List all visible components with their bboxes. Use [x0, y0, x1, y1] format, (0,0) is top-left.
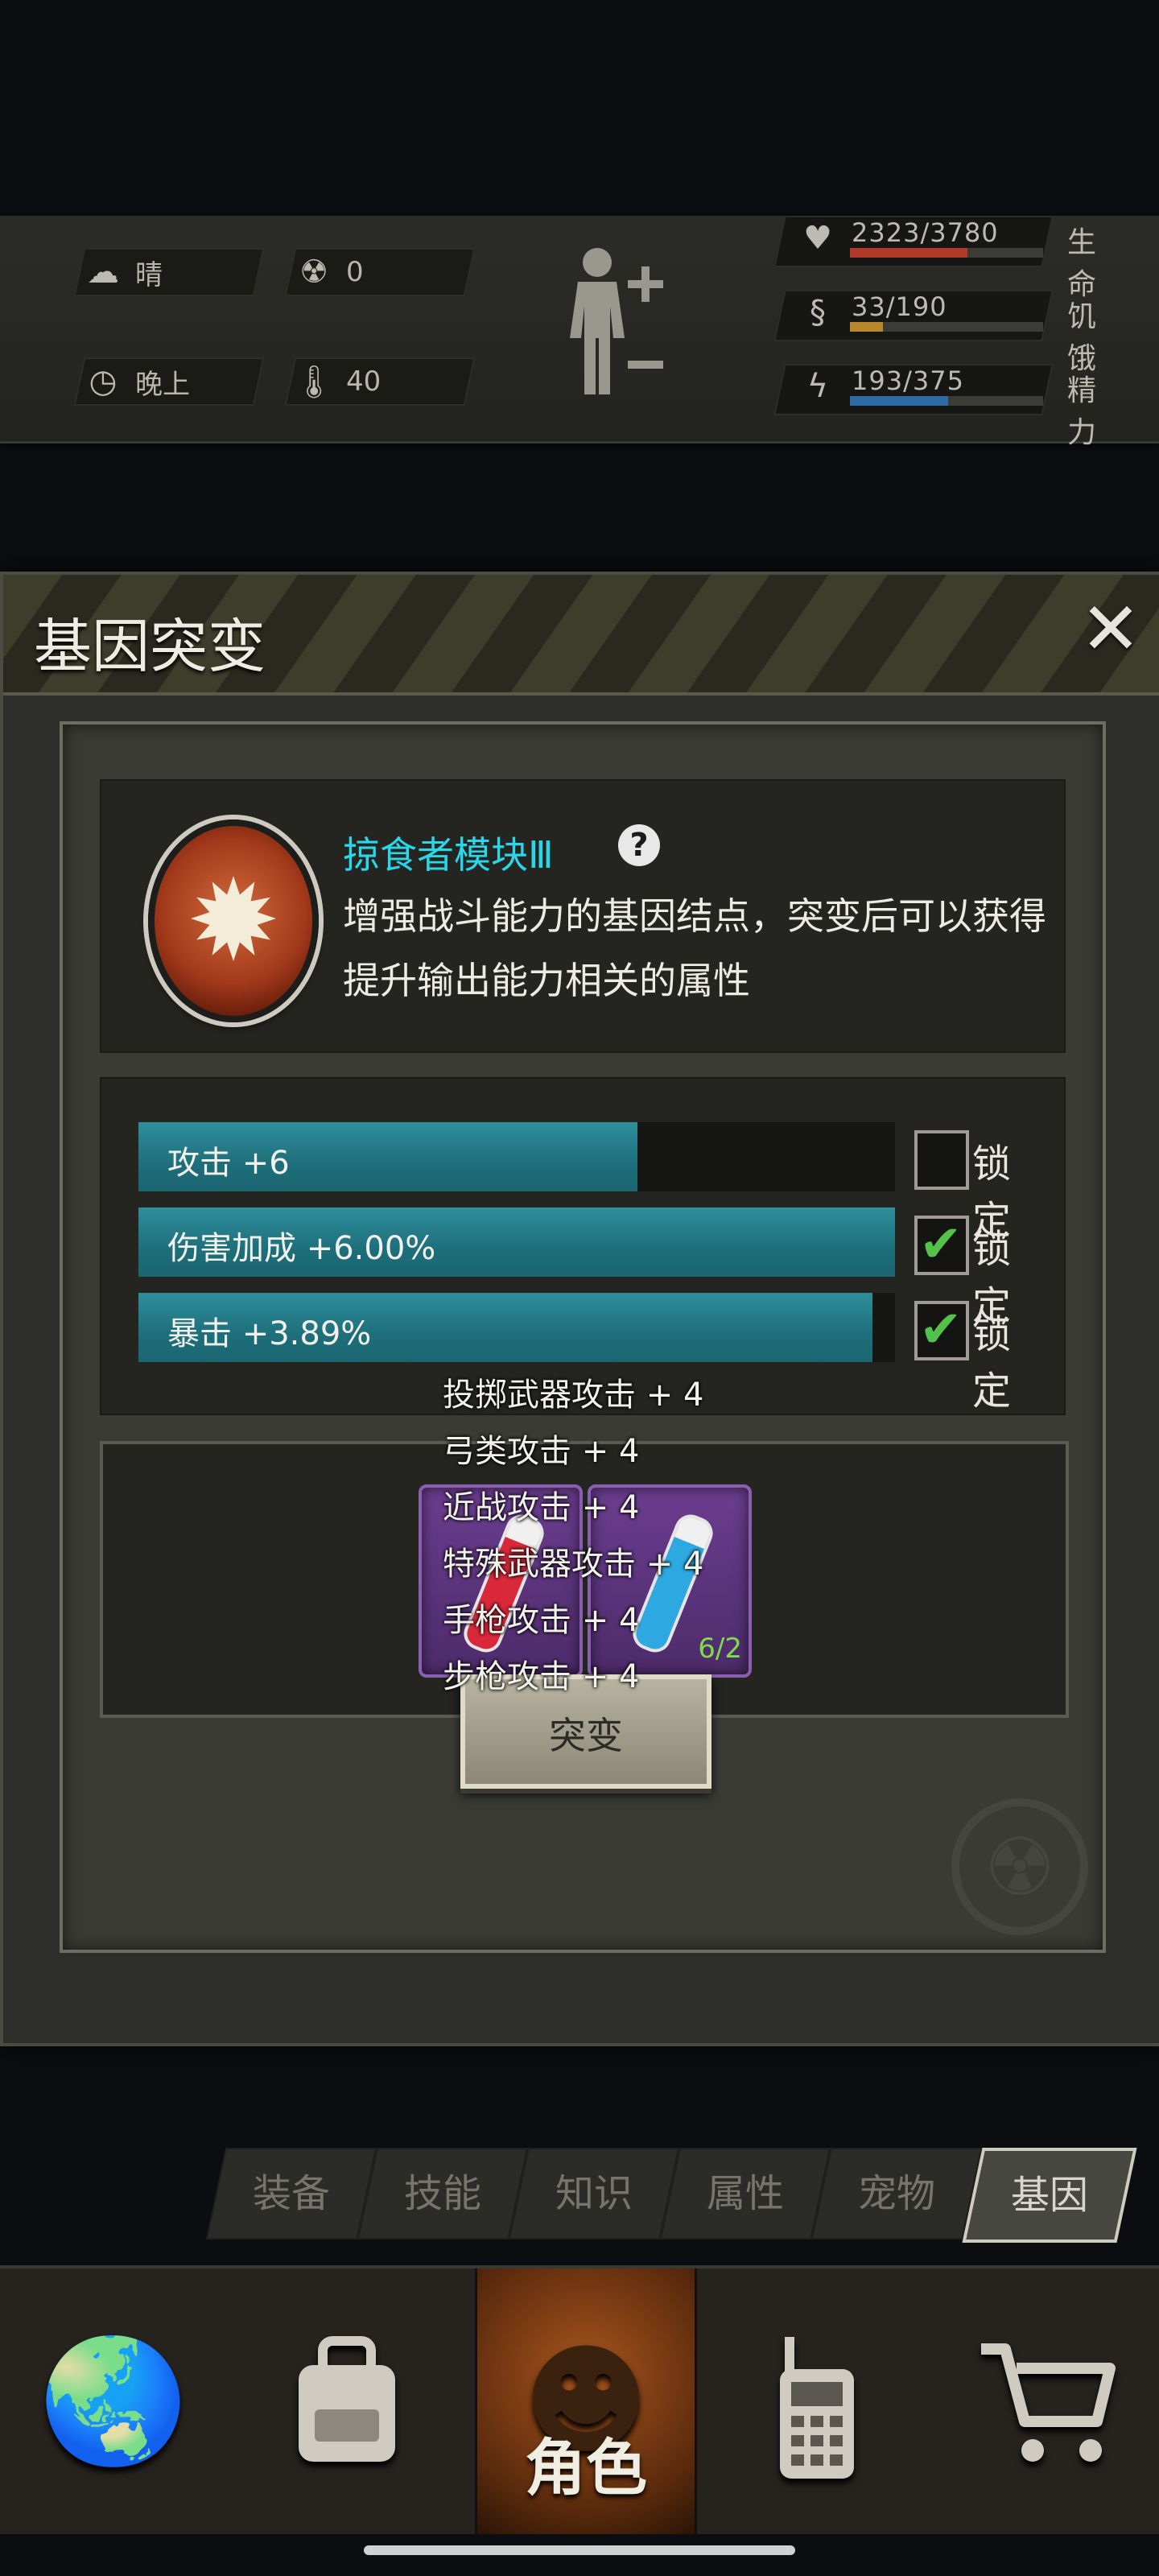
heart-icon: ♥: [803, 220, 832, 257]
gene-name: 掠食者模块Ⅲ: [343, 833, 554, 877]
nav-role[interactable]: ☻ 角色: [475, 2268, 697, 2534]
gene-description: 增强战斗能力的基因结点，突变后可以获得提升输出能力相关的属性: [343, 894, 1046, 1002]
tab-genes[interactable]: 基因: [962, 2148, 1137, 2243]
tab-pets[interactable]: 宠物: [810, 2148, 983, 2240]
radiation-icon: ☢: [299, 254, 328, 291]
temperature-chip: 🌡 40: [284, 357, 476, 406]
attribute-text: 攻击 +6: [167, 1145, 290, 1182]
tab-label: 宠物: [857, 2171, 935, 2216]
tooltip-line: 近战攻击 + 4: [443, 1489, 640, 1526]
health-bar: [850, 248, 968, 258]
tab-label: 属性: [706, 2171, 784, 2216]
attribute-row: 暴击 +3.89% ✔ 锁定: [138, 1293, 1040, 1414]
attribute-row: 攻击 +6 锁定: [138, 1122, 1040, 1243]
lock-label: 锁定: [972, 1312, 1012, 1414]
lock-checkbox[interactable]: [914, 1130, 969, 1190]
backpack-icon: [299, 2336, 395, 2462]
health-label: 生命: [1067, 226, 1097, 301]
tab-label: 技能: [403, 2171, 481, 2216]
bottom-navigation: 🌏 ☻ 角色: [0, 2265, 1159, 2534]
tab-equipment[interactable]: 装备: [205, 2148, 377, 2240]
stomach-icon: §: [810, 294, 826, 331]
dialog-body: ☢ ✹ 掠食者模块Ⅲ ? 增强战斗能力的基因结点，突变后可以获得提升输出能力相关…: [60, 721, 1106, 1953]
gene-info-panel: ✹ 掠食者模块Ⅲ ? 增强战斗能力的基因结点，突变后可以获得提升输出能力相关的属…: [100, 779, 1066, 1053]
radio-icon: [780, 2337, 854, 2479]
tooltip-line: 弓类攻击 + 4: [443, 1433, 640, 1470]
tooltip-line: 手枪攻击 + 4: [443, 1602, 640, 1639]
nav-radio[interactable]: [703, 2268, 930, 2534]
tab-label: 装备: [252, 2171, 330, 2216]
temperature-value: 40: [346, 365, 382, 398]
hunger-bar: [850, 322, 883, 332]
tab-label: 基因: [1010, 2173, 1088, 2218]
mutate-label: 突变: [549, 1714, 623, 1757]
gene-module-icon: ✹: [148, 819, 319, 1022]
time-chip: ◷ 晚上: [73, 357, 265, 406]
cloud-sun-icon: ☁: [87, 254, 119, 291]
hunger-value: 33/190: [852, 291, 947, 322]
attribute-row: 伤害加成 +6.00% ✔ 锁定: [138, 1208, 1040, 1328]
energy-value: 193/375: [852, 365, 964, 396]
radiation-value: 0: [346, 256, 364, 288]
nav-role-label: 角色: [525, 2432, 647, 2504]
radiation-watermark-icon: ☢: [951, 1798, 1088, 1935]
radiation-chip: ☢ 0: [284, 248, 476, 296]
tab-attributes[interactable]: 属性: [659, 2148, 831, 2240]
tab-knowledge[interactable]: 知识: [508, 2148, 680, 2240]
tab-skills[interactable]: 技能: [357, 2148, 529, 2240]
item-count: 6/2: [698, 1633, 742, 1665]
nav-backpack[interactable]: [233, 2268, 460, 2534]
nav-shop[interactable]: [932, 2268, 1159, 2534]
close-icon[interactable]: ✕: [1079, 593, 1143, 666]
attribute-text: 伤害加成 +6.00%: [167, 1230, 436, 1267]
nav-world[interactable]: 🌏: [0, 2268, 227, 2534]
lock-checkbox[interactable]: ✔: [914, 1215, 969, 1275]
cart-icon: [981, 2343, 1116, 2462]
weather-chip: ☁ 晴: [73, 248, 265, 296]
tooltip-line: 投掷武器攻击 + 4: [443, 1377, 704, 1414]
energy-bar: [850, 396, 949, 406]
weather-value: 晴: [135, 258, 163, 291]
status-hud: ☁ 晴 ☢ 0 ◷ 晚上 🌡 40 ♥ 2323/3780 生命 § 33/19…: [0, 216, 1159, 449]
health-value: 2323/3780: [852, 217, 999, 248]
hunger-label: 饥饿: [1067, 300, 1097, 375]
home-indicator[interactable]: [364, 2545, 795, 2555]
body-plus-minus-icon[interactable]: [555, 240, 676, 401]
attribute-panel: 攻击 +6 锁定 伤害加成 +6.00% ✔ 锁定 暴击 +3.89% ✔ 锁定: [100, 1077, 1066, 1415]
globe-icon: 🌏: [38, 2331, 189, 2471]
tooltip-line: 特殊武器攻击 + 4: [443, 1546, 704, 1583]
time-value: 晚上: [135, 368, 190, 401]
checkmark-icon: ✔: [919, 1215, 963, 1274]
tab-label: 知识: [555, 2171, 633, 2216]
tooltip-line: 步枪攻击 + 4: [443, 1658, 640, 1695]
checkmark-icon: ✔: [919, 1300, 963, 1360]
dialog-title: 基因突变: [34, 613, 266, 680]
brain-icon: ϟ: [806, 368, 829, 405]
clock-icon: ◷: [89, 363, 118, 400]
attribute-text: 暴击 +3.89%: [167, 1315, 372, 1352]
help-icon[interactable]: ?: [618, 824, 660, 866]
gene-mutation-dialog: 基因突变 ✕ ☢ ✹ 掠食者模块Ⅲ ? 增强战斗能力的基因结点，突变后可以获得提…: [0, 572, 1159, 2046]
energy-label: 精力: [1067, 374, 1097, 449]
thermometer-icon: 🌡: [293, 363, 335, 401]
dialog-header: 基因突变 ✕: [3, 575, 1159, 696]
lock-checkbox[interactable]: ✔: [914, 1300, 969, 1360]
character-subtabs: 装备 技能 知识 属性 宠物 基因: [205, 2148, 1137, 2243]
